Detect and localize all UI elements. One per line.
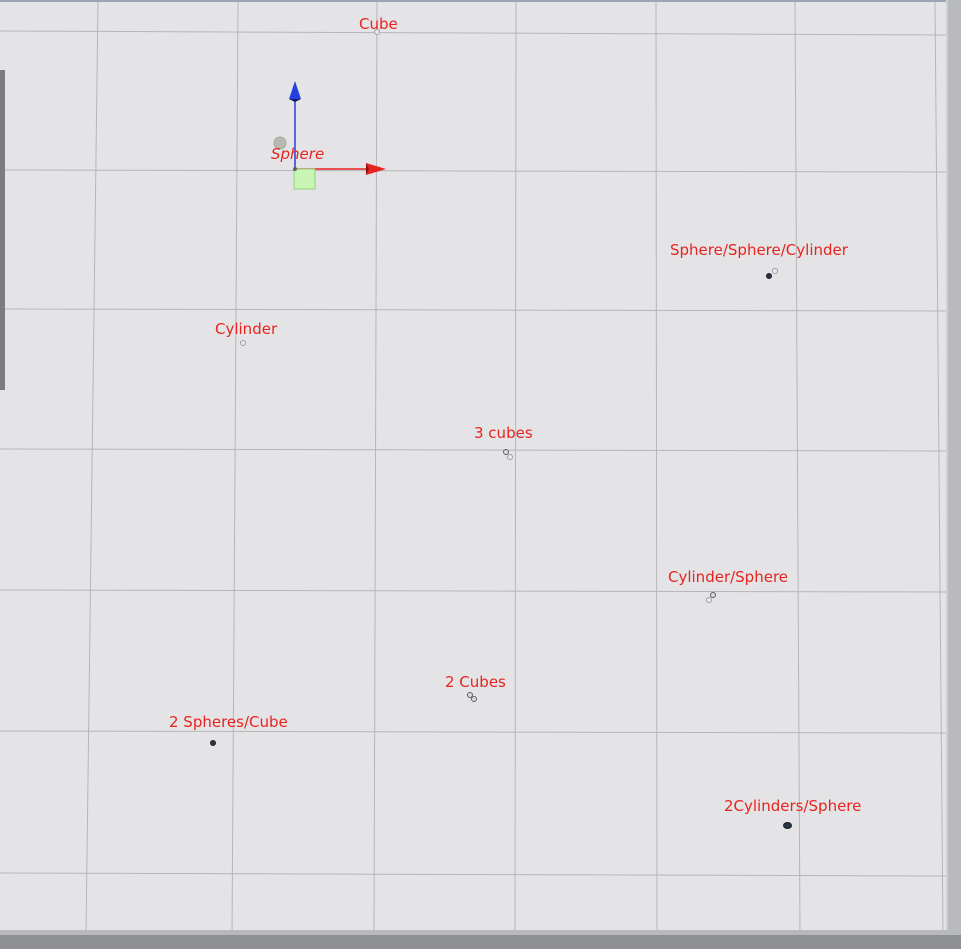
- label-two-cylinders-sphere: 2Cylinders/Sphere: [724, 797, 862, 815]
- label-sphere-sphere-cylinder: Sphere/Sphere/Cylinder: [670, 241, 848, 259]
- viewport-right-edge: [948, 0, 961, 949]
- cylinder-object-marker[interactable]: [240, 340, 246, 346]
- label-two-spheres-cube: 2 Spheres/Cube: [169, 713, 288, 731]
- gizmo-center-handle[interactable]: [293, 168, 316, 190]
- label-cylinder: Cylinder: [215, 320, 278, 338]
- viewport-top-edge: [0, 0, 961, 2]
- cylinder-sphere-marker-2[interactable]: [706, 597, 712, 603]
- viewport-bottom-edge: [0, 935, 961, 949]
- sphere-sphere-cylinder-marker-2[interactable]: [772, 268, 778, 274]
- label-sphere-selected: Sphere: [271, 145, 325, 163]
- label-two-cubes: 2 Cubes: [445, 673, 506, 691]
- viewport-left-edge: [0, 70, 5, 390]
- cube-object-marker[interactable]: [374, 29, 380, 35]
- label-three-cubes: 3 cubes: [474, 424, 533, 442]
- sphere-sphere-cylinder-marker[interactable]: [766, 273, 772, 279]
- transform-gizmo[interactable]: [260, 75, 400, 200]
- label-cylinder-sphere: Cylinder/Sphere: [668, 568, 789, 586]
- two-cylinders-sphere-marker[interactable]: [783, 822, 792, 829]
- scene-viewport[interactable]: Cube Sphere Sphere/Sphere/Cylinder Cylin…: [0, 0, 961, 949]
- two-spheres-cube-marker[interactable]: [210, 740, 216, 746]
- three-cubes-marker-2[interactable]: [507, 454, 513, 460]
- two-cubes-marker-2[interactable]: [471, 696, 477, 702]
